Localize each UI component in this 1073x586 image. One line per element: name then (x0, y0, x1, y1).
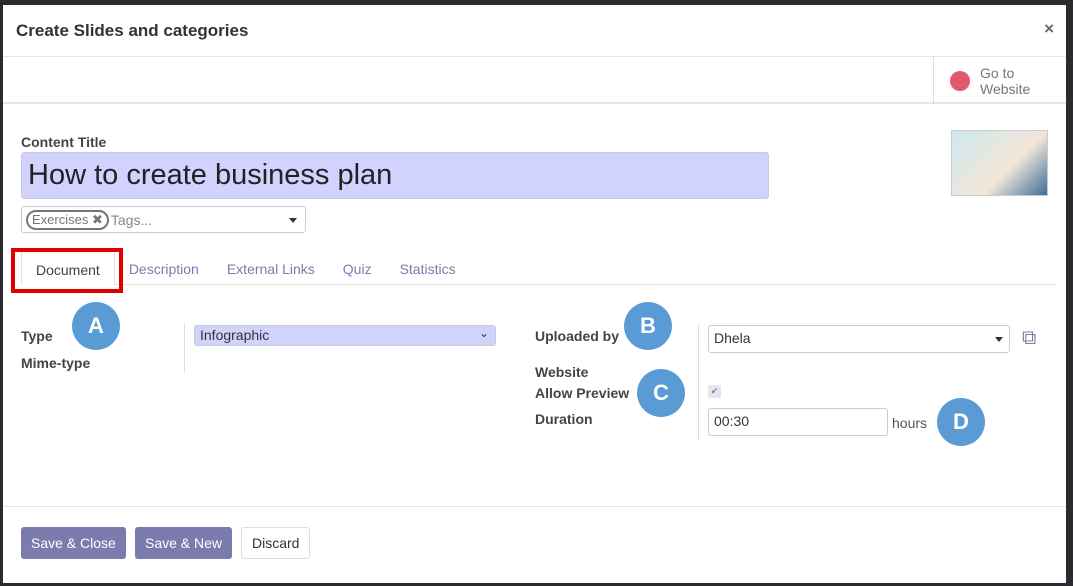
button-box: Go to Website (3, 57, 1066, 104)
annotation-badge-b: B (624, 302, 672, 350)
allow-preview-label: Allow Preview (535, 385, 630, 401)
uploaded-by-select[interactable]: Dhela (708, 325, 1010, 353)
highlight-box (11, 248, 123, 293)
website-label: Website (535, 364, 589, 380)
uploaded-by-label: Uploaded by (535, 328, 620, 344)
content-title-input[interactable]: How to create business plan (21, 152, 769, 199)
globe-icon (950, 70, 970, 91)
tag-chip: Exercises ✖ (26, 209, 109, 230)
dialog-title: Create Slides and categories (16, 21, 249, 40)
notebook-tabs: Document Description External Links Quiz… (21, 250, 1055, 285)
annotation-badge-c: C (637, 369, 685, 417)
go-to-website-label: Go to Website (980, 64, 1031, 97)
chevron-down-icon[interactable] (289, 218, 297, 227)
duration-input[interactable]: 00:30 (708, 408, 888, 436)
type-select[interactable]: Infographic ⌄ (194, 325, 496, 346)
type-label: Type (21, 328, 53, 344)
tags-input[interactable]: Exercises ✖ Tags... (21, 206, 306, 233)
content-title-label: Content Title (21, 134, 107, 150)
slide-thumbnail[interactable] (951, 130, 1048, 196)
dialog: Create Slides and categories × Go to Web… (3, 5, 1066, 583)
save-close-button[interactable]: Save & Close (21, 527, 126, 559)
discard-button[interactable]: Discard (241, 527, 311, 559)
duration-unit: hours (892, 415, 928, 431)
chevron-down-icon: ⌄ (478, 326, 489, 340)
external-link-icon[interactable]: ⧉ (1022, 327, 1036, 350)
allow-preview-checkbox[interactable]: ✔ (708, 385, 721, 398)
go-to-website-button[interactable]: Go to Website (933, 57, 1066, 104)
tab-description[interactable]: Description (115, 250, 213, 284)
annotation-badge-d: D (937, 398, 985, 446)
remove-tag-icon[interactable]: ✖ (92, 212, 103, 227)
dialog-footer: Save & Close Save & New Discard (3, 506, 1066, 583)
duration-label: Duration (535, 411, 593, 427)
annotation-badge-a: A (72, 302, 120, 350)
tags-placeholder: Tags... (110, 211, 153, 228)
close-icon[interactable]: × (1044, 19, 1054, 39)
mime-type-label: Mime-type (21, 355, 91, 371)
tab-external-links[interactable]: External Links (213, 250, 329, 284)
chevron-down-icon (995, 337, 1003, 346)
save-new-button[interactable]: Save & New (135, 527, 233, 559)
tab-statistics[interactable]: Statistics (386, 250, 470, 284)
divider (184, 323, 185, 373)
tab-quiz[interactable]: Quiz (329, 250, 386, 284)
divider (698, 325, 699, 441)
dialog-header: Create Slides and categories × (3, 5, 1066, 57)
